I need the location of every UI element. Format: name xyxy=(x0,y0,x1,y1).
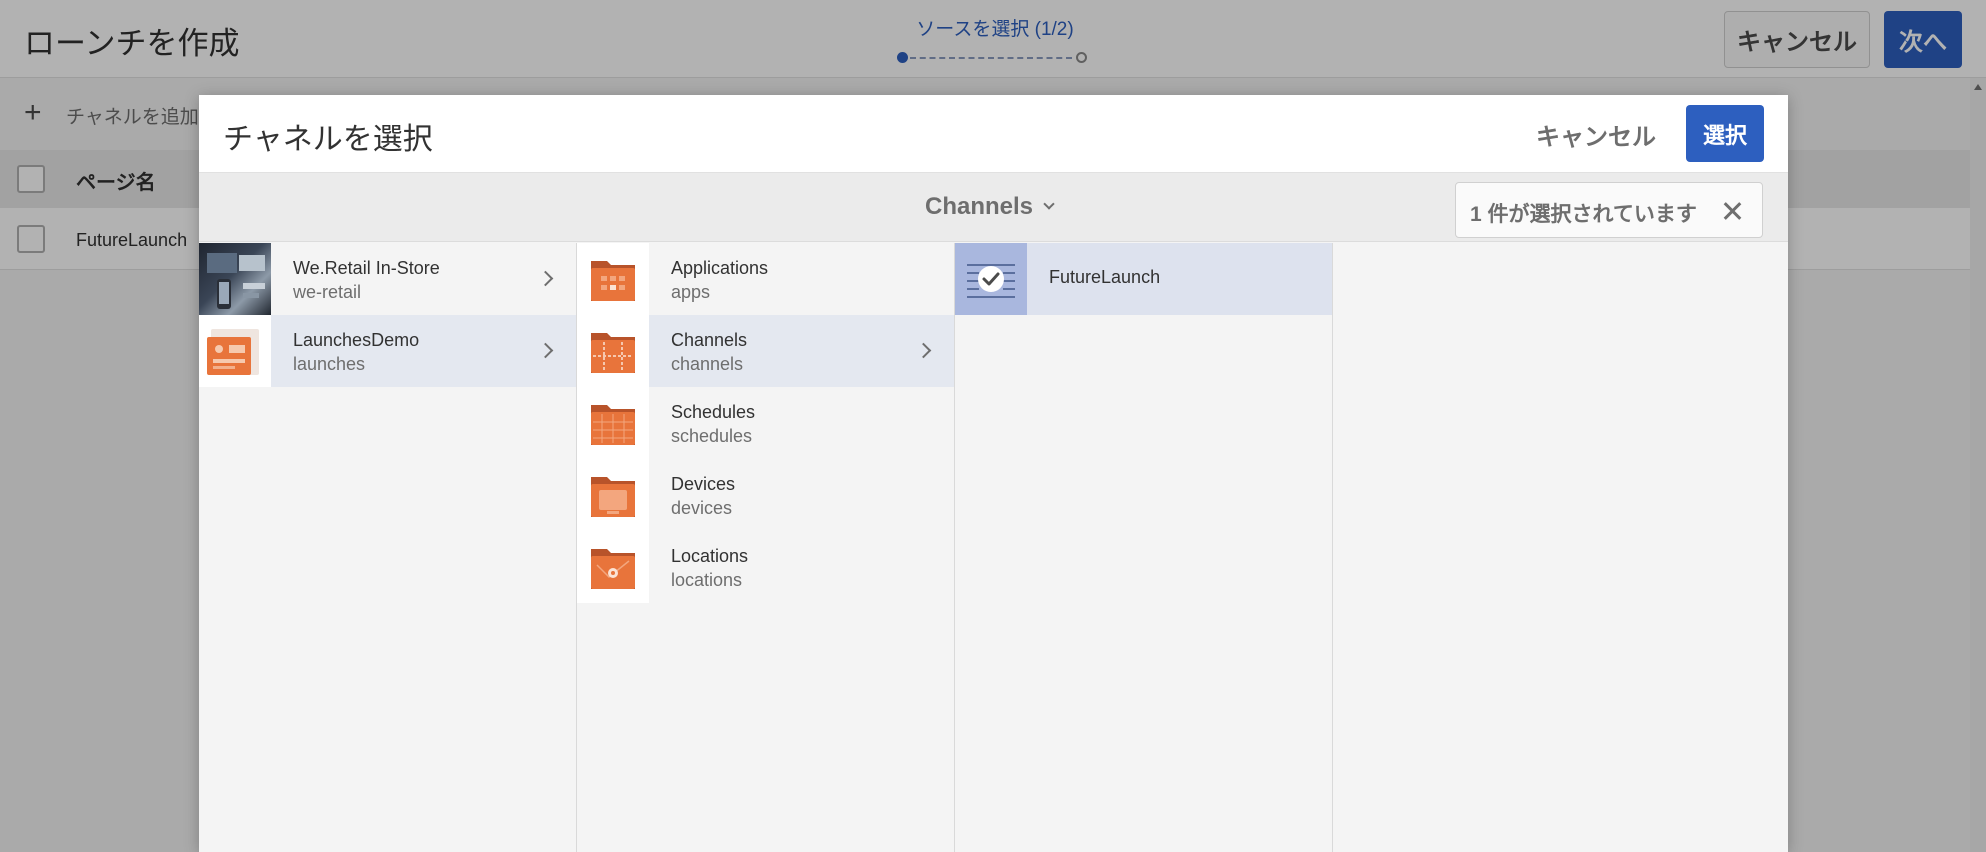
list-item-text: Schedules schedules xyxy=(671,400,755,448)
list-item[interactable]: Channels channels xyxy=(577,315,954,387)
selection-indicator: 1 件が選択されています xyxy=(1455,182,1763,238)
checkmark-icon xyxy=(955,243,1027,315)
folder-icon xyxy=(577,315,649,387)
folder-icon xyxy=(577,243,649,315)
column-sites[interactable]: We.Retail In-Store we-retail LaunchesDem… xyxy=(199,243,577,852)
chevron-right-icon[interactable] xyxy=(537,270,554,287)
folder-icon xyxy=(577,459,649,531)
list-item-text: LaunchesDemo launches xyxy=(293,328,419,376)
list-item[interactable]: Devices devices xyxy=(577,459,954,531)
breadcrumb[interactable]: Channels xyxy=(925,193,1055,221)
list-item[interactable]: FutureLaunch xyxy=(955,243,1332,315)
chevron-right-icon[interactable] xyxy=(915,342,932,359)
list-item-text: Applications apps xyxy=(671,256,768,304)
dialog-toolbar: Channels 1 件が選択されています xyxy=(199,173,1788,242)
list-item-subtitle: schedules xyxy=(671,426,753,446)
folder-icon xyxy=(577,387,649,459)
dialog-cancel-button[interactable]: キャンセル xyxy=(1521,109,1671,159)
select-channel-dialog: チャネルを選択 キャンセル 選択 Channels 1 件が選択されています W… xyxy=(199,95,1788,852)
list-item-title: We.Retail In-Store xyxy=(293,258,440,278)
list-item-title: FutureLaunch xyxy=(1049,267,1161,287)
list-item-title: LaunchesDemo xyxy=(293,330,420,350)
list-item-subtitle: locations xyxy=(671,570,743,590)
list-item[interactable]: We.Retail In-Store we-retail xyxy=(199,243,576,315)
list-item-title: Schedules xyxy=(671,402,756,422)
list-item-title: Channels xyxy=(671,330,748,350)
list-item-subtitle: channels xyxy=(671,354,744,374)
list-item[interactable]: LaunchesDemo launches xyxy=(199,315,576,387)
list-item[interactable]: Applications apps xyxy=(577,243,954,315)
list-item-title: Applications xyxy=(671,258,769,278)
column-channels[interactable]: FutureLaunch xyxy=(955,243,1333,852)
list-item-text: Locations locations xyxy=(671,544,748,592)
dialog-header: チャネルを選択 キャンセル 選択 xyxy=(199,95,1788,173)
folder-icon xyxy=(577,531,649,603)
site-thumbnail xyxy=(199,315,271,387)
site-photo-thumbnail xyxy=(199,243,271,315)
list-item-subtitle: launches xyxy=(293,354,366,374)
close-icon[interactable] xyxy=(1720,199,1744,223)
list-item-subtitle: devices xyxy=(671,498,733,518)
list-item-title: Locations xyxy=(671,546,749,566)
list-item-title: Devices xyxy=(671,474,736,494)
list-item-subtitle: we-retail xyxy=(293,282,362,302)
list-item[interactable]: Locations locations xyxy=(577,531,954,603)
chevron-down-icon[interactable] xyxy=(1043,198,1055,210)
selection-count: 1 件が選択されています xyxy=(1470,203,1697,226)
breadcrumb-current[interactable]: Channels xyxy=(925,193,1033,221)
list-item-subtitle: apps xyxy=(671,282,711,302)
list-item-text: We.Retail In-Store we-retail xyxy=(293,256,440,304)
list-item-text: Channels channels xyxy=(671,328,747,376)
list-item-text: Devices devices xyxy=(671,472,735,520)
list-item[interactable]: Schedules schedules xyxy=(577,387,954,459)
dialog-title: チャネルを選択 xyxy=(223,123,433,156)
chevron-right-icon[interactable] xyxy=(537,342,554,359)
column-folders[interactable]: Applications apps Channels channels Sche… xyxy=(577,243,955,852)
dialog-select-button[interactable]: 選択 xyxy=(1686,105,1764,162)
